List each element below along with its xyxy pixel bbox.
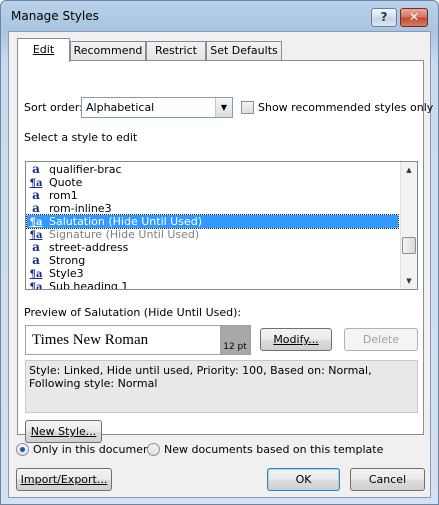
ok-button[interactable]: OK (267, 468, 340, 491)
sort-order-dropdown[interactable]: Alphabetical ▼ (81, 97, 233, 118)
style-item-quote[interactable]: ¶a Quote (27, 176, 398, 189)
dialog-title: Manage Styles (11, 9, 99, 23)
character-style-icon: a (32, 162, 40, 176)
style-description: Style: Linked, Hide until used, Priority… (25, 360, 418, 413)
style-item-style3[interactable]: ¶a Style3 (27, 267, 398, 280)
show-recommended-checkbox[interactable] (241, 101, 254, 114)
style-name: street-address (49, 241, 129, 254)
character-style-icon: a (32, 253, 40, 267)
linked-style-icon: ¶a (29, 282, 43, 290)
edit-tab-panel: Sort order: Alphabetical ▼ Show recommen… (17, 60, 433, 443)
select-style-label: Select a style to edit (24, 131, 138, 144)
delete-button[interactable]: Delete (344, 328, 418, 351)
help-button[interactable]: ? (371, 8, 397, 27)
style-item-salutation[interactable]: ¶a Salutation (Hide Until Used) (26, 214, 399, 229)
style-name: qualifier-brac (49, 163, 122, 176)
style-item-street-address[interactable]: a street-address (27, 241, 398, 255)
style-name: Salutation (Hide Until Used) (49, 215, 203, 228)
style-name: Style3 (49, 267, 84, 280)
style-name: Quote (49, 176, 83, 189)
modify-button[interactable]: Modify... (260, 328, 332, 351)
styles-list[interactable]: a qualifier-brac ¶a Quote a rom1 a rom-inlin… (25, 161, 418, 290)
tab-restrict[interactable]: Restrict (146, 41, 206, 61)
preview-label: Preview of Salutation (Hide Until Used): (24, 306, 242, 319)
new-documents-radio[interactable] (147, 443, 160, 456)
character-style-icon: a (32, 201, 40, 215)
preview-font-name: Times New Roman (32, 332, 149, 348)
style-name: Signature (Hide Until Used) (49, 228, 200, 241)
tab-recommend[interactable]: Recommend (70, 41, 146, 61)
dialog-client-area: Edit Recommend Restrict Set Defaults Sor… (8, 31, 433, 498)
sort-order-value: Alphabetical (86, 101, 155, 114)
show-recommended-label[interactable]: Show recommended styles only (258, 101, 433, 114)
style-item-sub-heading-1[interactable]: ¶a Sub heading 1 (27, 280, 398, 290)
style-item-qualifier-brac[interactable]: a qualifier-brac (27, 162, 398, 177)
scrollbar-thumb[interactable] (402, 237, 416, 254)
preview-font-size: 12 pt (220, 326, 250, 354)
only-this-document-label[interactable]: Only in this document (33, 443, 154, 456)
style-name: Sub heading 1 (49, 280, 129, 290)
cancel-button[interactable]: Cancel (350, 468, 425, 491)
new-documents-label[interactable]: New documents based on this template (164, 443, 383, 456)
chevron-down-icon[interactable]: ▼ (215, 98, 232, 117)
import-export-button[interactable]: Import/Export... (16, 468, 112, 491)
only-this-document-radio[interactable] (16, 443, 29, 456)
scroll-down-icon[interactable]: ▼ (401, 273, 417, 289)
style-item-rom1[interactable]: a rom1 (27, 189, 398, 203)
style-item-strong[interactable]: a Strong (27, 253, 398, 268)
title-bar[interactable]: Manage Styles ? ✕ (1, 1, 438, 31)
style-name: rom1 (49, 189, 78, 202)
style-item-signature[interactable]: ¶a Signature (Hide Until Used) (27, 228, 398, 241)
style-name: rom-inline3 (49, 202, 112, 215)
style-name: Strong (49, 254, 86, 267)
style-item-rom-inline3[interactable]: a rom-inline3 (27, 201, 398, 216)
close-button[interactable]: ✕ (400, 8, 428, 27)
tab-set-defaults[interactable]: Set Defaults (206, 41, 282, 61)
style-preview: Times New Roman 12 pt (25, 325, 251, 355)
manage-styles-dialog: Manage Styles ? ✕ Edit Recommend Restric… (0, 0, 439, 505)
styles-list-scrollbar[interactable]: ▲ ▼ (400, 162, 417, 289)
sort-order-label: Sort order: (24, 101, 83, 114)
new-style-button[interactable]: New Style... (25, 420, 102, 443)
tab-edit[interactable]: Edit (17, 38, 70, 62)
scroll-up-icon[interactable]: ▲ (401, 162, 417, 178)
